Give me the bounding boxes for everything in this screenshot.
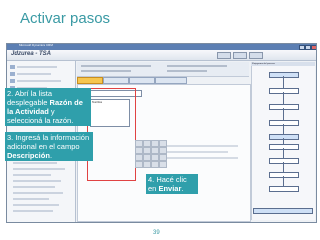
callout-step-2: 2. Abrí la lista desplegable Razón de la… [5, 88, 91, 126]
window-title: Microsoft Dynamics CRM [19, 43, 53, 47]
flow-step[interactable] [269, 134, 299, 140]
nav-item[interactable] [13, 162, 57, 164]
grid-cell[interactable] [135, 154, 143, 161]
flow-step[interactable] [269, 158, 299, 164]
form-header [77, 62, 249, 77]
nav-item[interactable] [17, 66, 57, 68]
flow-connector [283, 92, 284, 104]
nav-item[interactable] [13, 204, 59, 206]
callout-step-3: 3. Ingresá la información adicional en e… [5, 132, 93, 161]
grid-cell[interactable] [143, 147, 151, 154]
grid-cell[interactable] [135, 140, 143, 147]
grid-cell[interactable] [159, 140, 167, 147]
form-tabs [77, 77, 249, 84]
grid-cell[interactable] [135, 161, 143, 168]
grid-cell[interactable] [159, 147, 167, 154]
nav-item[interactable] [13, 192, 63, 194]
grid-cell[interactable] [159, 154, 167, 161]
nav-item[interactable] [13, 180, 61, 182]
tab[interactable] [103, 77, 129, 84]
process-panel-header: Flujograma del proceso [251, 62, 315, 66]
callout-text: 3. Ingresá la información adicional en e… [7, 133, 90, 151]
grid-cell[interactable] [143, 161, 151, 168]
tab[interactable] [155, 77, 187, 84]
flow-connector [283, 148, 284, 158]
callout-text: . [49, 151, 53, 160]
callout-field-name: Descripción [7, 151, 50, 160]
flow-step[interactable] [269, 120, 299, 126]
tab-general[interactable] [77, 77, 103, 84]
nav-item[interactable] [13, 210, 53, 212]
grid-cell[interactable] [143, 140, 151, 147]
form-field-summary [167, 65, 227, 67]
flow-connector [283, 108, 284, 120]
header-button[interactable] [233, 52, 247, 59]
nav-icon [10, 65, 15, 69]
nav-item[interactable] [17, 73, 51, 75]
flow-step[interactable] [269, 172, 299, 178]
grid-cell[interactable] [159, 161, 167, 168]
grid-cell[interactable] [151, 154, 159, 161]
nav-item[interactable] [13, 174, 51, 176]
callout-text: . [181, 184, 184, 193]
nav-item[interactable] [17, 80, 61, 82]
nav-item[interactable] [13, 168, 65, 170]
grid-cell[interactable] [151, 147, 159, 154]
flow-footer [253, 208, 313, 214]
grid-cell[interactable] [143, 154, 151, 161]
grid-cell[interactable] [135, 147, 143, 154]
flow-step[interactable] [269, 104, 299, 110]
flow-connector [283, 162, 284, 172]
flow-step[interactable] [269, 88, 299, 94]
form-field-summary [167, 70, 207, 72]
flow-step[interactable] [269, 144, 299, 150]
nav-icon [10, 72, 15, 76]
tab[interactable] [129, 77, 155, 84]
header-button[interactable] [249, 52, 263, 59]
callout-text: 2. Abrí la lista desplegable [7, 89, 53, 107]
form-subtitle [81, 70, 131, 72]
flow-connector [283, 124, 284, 134]
header-button[interactable] [217, 52, 231, 59]
flow-step[interactable] [269, 72, 299, 78]
app-logo: Jdzurea - TSA [11, 51, 52, 57]
grid-cell[interactable] [151, 140, 159, 147]
nav-item[interactable] [13, 198, 49, 200]
flow-connector [283, 176, 284, 186]
callout-step-4: 4. Hacé clic en Enviar. [146, 174, 198, 194]
nav-item[interactable] [13, 186, 55, 188]
form-title [81, 65, 151, 67]
page-number: 39 [153, 230, 160, 236]
grid-cell[interactable] [151, 161, 159, 168]
callout-button-name: Enviar [158, 184, 182, 193]
slide-title: Activar pasos [20, 10, 111, 27]
flow-step[interactable] [269, 186, 299, 192]
flow-connector [283, 76, 284, 88]
nav-icon [10, 79, 15, 83]
app-header [7, 50, 316, 61]
